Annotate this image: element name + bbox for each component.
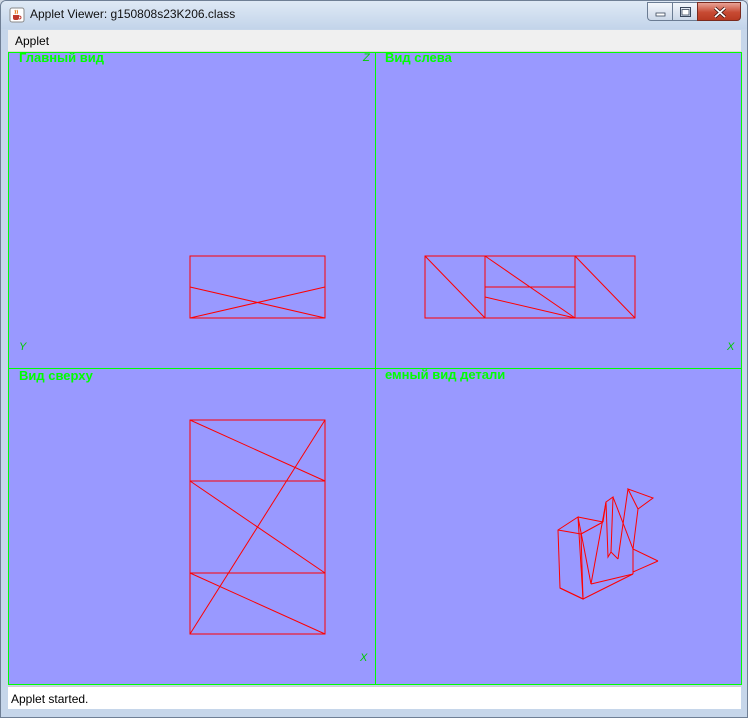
title-bar[interactable]: Applet Viewer: g150808s23K206.class: [1, 1, 747, 29]
iso-view-label: емный вид детали: [385, 367, 506, 382]
applet-canvas[interactable]: Главный вид Z Y Вид слева X Вид сверху X…: [8, 50, 742, 685]
left-view-label: Вид слева: [385, 50, 452, 65]
status-text: Applet started.: [11, 692, 89, 706]
top-view-label: Вид сверху: [19, 368, 93, 383]
front-axis-z: Z: [363, 52, 370, 64]
java-cup-icon: [9, 7, 25, 23]
minimize-button[interactable]: [647, 2, 672, 21]
front-axis-y: Y: [19, 341, 27, 353]
minimize-icon: [655, 12, 666, 17]
drawing-area: [8, 52, 742, 685]
front-view-wireframe: [189, 255, 326, 319]
window-title: Applet Viewer: g150808s23K206.class: [30, 7, 236, 21]
applet-viewer-window: Applet Viewer: g150808s23K206.class Appl…: [0, 0, 748, 718]
close-button[interactable]: [697, 2, 741, 21]
maximize-button[interactable]: [672, 2, 697, 21]
left-axis-x: X: [727, 341, 735, 353]
left-view-wireframe: [424, 255, 636, 319]
status-bar: Applet started.: [8, 686, 741, 710]
window-bottom-edge: [1, 709, 747, 717]
top-axis-x: X: [360, 652, 368, 664]
front-view-label: Главный вид: [19, 50, 104, 65]
iso-view-wireframe: [557, 488, 659, 600]
close-icon: [713, 6, 727, 19]
menu-bar: Applet: [8, 30, 741, 52]
window-controls: [647, 2, 741, 21]
maximize-icon: [680, 7, 691, 17]
top-view-wireframe: [189, 419, 326, 635]
menu-applet[interactable]: Applet: [15, 34, 49, 48]
